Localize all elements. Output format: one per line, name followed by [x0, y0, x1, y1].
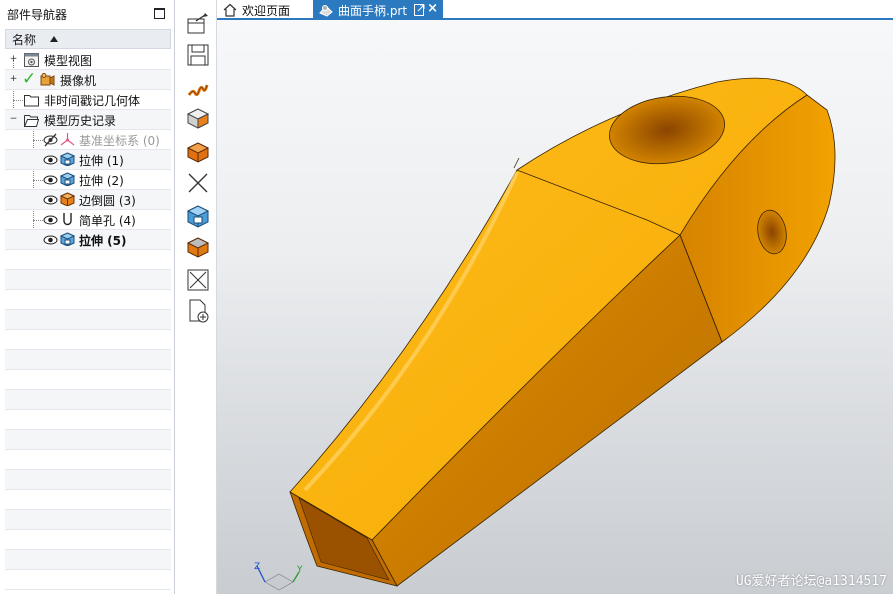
- empty-row: [5, 570, 171, 590]
- sort-ascending-icon: [50, 36, 59, 42]
- eye-icon[interactable]: [43, 193, 58, 207]
- empty-row: [5, 290, 171, 310]
- navigator-header: 部件导航器: [0, 0, 175, 28]
- expand-icon[interactable]: +: [9, 75, 18, 84]
- tree-label: 简单孔 (4): [79, 214, 136, 228]
- tree-label: 拉伸 (1): [79, 154, 124, 168]
- eye-icon[interactable]: [43, 233, 58, 247]
- tree-row-unstamped-geometry[interactable]: 非时间戳记几何体: [5, 90, 171, 110]
- column-header-name[interactable]: 名称: [5, 29, 171, 49]
- tree-label: 模型历史记录: [44, 114, 117, 128]
- empty-row: [5, 490, 171, 510]
- triad-y-label: Y: [296, 565, 303, 575]
- tab-part-file[interactable]: 曲面手柄.prt ×: [313, 0, 443, 20]
- home-icon: [223, 3, 237, 17]
- empty-row: [5, 370, 171, 390]
- tree-row-simple-hole-4[interactable]: 简单孔 (4): [5, 210, 171, 230]
- tree-label: 边倒圆 (3): [79, 194, 136, 208]
- tab-label: 欢迎页面: [242, 3, 291, 18]
- navigator-tree: + 模型视图 + ✓ 摄像机 非时间戳记几何体 − 模型历史记录 基准坐标系 (…: [5, 50, 171, 594]
- check-icon: ✓: [22, 69, 37, 89]
- close-x-icon[interactable]: [186, 171, 210, 195]
- simple-hole-icon: [63, 213, 72, 226]
- extrude-blue-icon[interactable]: [186, 204, 210, 228]
- close-tab-icon[interactable]: ×: [427, 1, 438, 16]
- tree-row-extrude-5[interactable]: 拉伸 (5): [5, 230, 171, 250]
- tree-label: 模型视图: [44, 54, 93, 68]
- tree-row-datum-csys[interactable]: 基准坐标系 (0): [5, 130, 171, 150]
- empty-row: [5, 330, 171, 350]
- model-view-icon: [24, 53, 39, 67]
- tree-row-extrude-2[interactable]: 拉伸 (2): [5, 170, 171, 190]
- extrude-icon: [60, 172, 75, 186]
- eye-icon[interactable]: [43, 213, 58, 227]
- collapse-icon[interactable]: −: [9, 115, 18, 124]
- triad-icon: Z Y: [254, 562, 303, 591]
- tree-row-model-view[interactable]: + 模型视图: [5, 50, 171, 70]
- part-icon: [319, 5, 333, 17]
- empty-row: [5, 510, 171, 530]
- folder-open-icon: [24, 115, 39, 127]
- empty-row: [5, 270, 171, 290]
- tree-row-camera[interactable]: + ✓ 摄像机: [5, 69, 171, 90]
- triad-z-label: Z: [254, 562, 260, 572]
- empty-row: [5, 250, 171, 270]
- navigator-title: 部件导航器: [7, 7, 68, 22]
- empty-row: [5, 350, 171, 370]
- extrude-icon: [60, 232, 75, 246]
- block-gray-icon[interactable]: [186, 106, 210, 130]
- edge-blend-icon: [60, 192, 75, 206]
- block-orange-icon[interactable]: [186, 140, 210, 164]
- export-icon[interactable]: [186, 12, 210, 36]
- tree-label: 摄像机: [60, 74, 97, 88]
- empty-row: [5, 310, 171, 330]
- new-file-plus-icon[interactable]: [186, 299, 210, 323]
- camera-icon: [40, 73, 55, 86]
- empty-row: [5, 390, 171, 410]
- cad-model-handle[interactable]: [217, 20, 893, 594]
- tab-label: 曲面手柄.prt: [338, 3, 408, 18]
- vertical-toolbar: [179, 0, 217, 594]
- datum-csys-icon: [60, 133, 75, 146]
- spring-icon[interactable]: [186, 75, 210, 99]
- empty-row: [5, 410, 171, 430]
- tree-label: 拉伸 (5): [79, 234, 127, 248]
- tree-row-extrude-1[interactable]: 拉伸 (1): [5, 150, 171, 170]
- save-icon[interactable]: [186, 43, 210, 67]
- folder-icon: [24, 95, 39, 107]
- tab-welcome-page[interactable]: 欢迎页面: [217, 0, 311, 20]
- maximize-icon[interactable]: [154, 8, 165, 19]
- tree-label: 非时间戳记几何体: [44, 94, 141, 108]
- empty-row: [5, 470, 171, 490]
- expand-icon[interactable]: +: [9, 55, 18, 64]
- column-header-label: 名称: [12, 32, 37, 47]
- document-tab-bar: 欢迎页面 曲面手柄.prt ×: [217, 0, 893, 20]
- empty-row: [5, 450, 171, 470]
- watermark-text: UG爱好者论坛@a1314517: [735, 574, 887, 589]
- part-navigator-panel: 部件导航器 名称 + 模型视图 + ✓ 摄像机 非时间戳记几何体 − 模型历史记…: [0, 0, 175, 594]
- tree-label: 拉伸 (2): [79, 174, 124, 188]
- box-x-icon[interactable]: [186, 268, 210, 292]
- empty-row: [5, 430, 171, 450]
- empty-row: [5, 550, 171, 570]
- tree-row-edge-blend-3[interactable]: 边倒圆 (3): [5, 190, 171, 210]
- popout-icon[interactable]: [414, 4, 425, 16]
- eye-hidden-icon[interactable]: [43, 133, 58, 147]
- graphics-viewport[interactable]: Z Y UG爱好者论坛@a1314517: [217, 20, 893, 594]
- tree-row-model-history[interactable]: − 模型历史记录: [5, 110, 171, 130]
- eye-icon[interactable]: [43, 173, 58, 187]
- extrude-icon: [60, 152, 75, 166]
- block-orange-2-icon[interactable]: [186, 235, 210, 259]
- empty-row: [5, 530, 171, 550]
- tree-label: 基准坐标系 (0): [79, 134, 160, 148]
- eye-icon[interactable]: [43, 153, 58, 167]
